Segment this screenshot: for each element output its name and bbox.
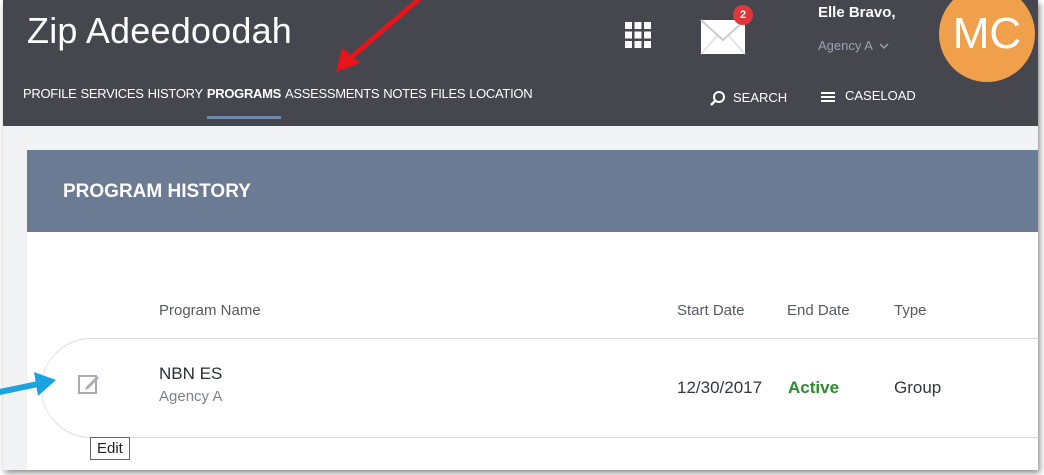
end-date-status: Active [788, 378, 840, 397]
nav-item-files[interactable]: FILES [431, 86, 466, 101]
avatar[interactable]: MC [939, 0, 1035, 82]
caseload-label: CASELOAD [845, 87, 916, 103]
app-window: Zip Adeedoodah PROFILE SERVICES HISTORY … [3, 0, 1038, 470]
program-name: NBN ES [159, 364, 223, 383]
nav-item-history[interactable]: HISTORY [148, 86, 204, 101]
card-header: PROGRAM HISTORY [27, 150, 1038, 232]
client-header: Zip Adeedoodah PROFILE SERVICES HISTORY … [3, 0, 1038, 126]
agency-select-label: Agency A [818, 38, 873, 53]
start-date: 12/30/2017 [677, 378, 763, 397]
caseload-button[interactable]: CASELOAD [821, 86, 916, 104]
nav-item-notes[interactable]: NOTES [383, 86, 427, 101]
column-header-end-date[interactable]: End Date [787, 302, 850, 319]
search-label: SEARCH [733, 89, 788, 105]
client-name: Zip Adeedoodah [27, 10, 293, 51]
nav-item-programs[interactable]: PROGRAMS [206, 86, 281, 119]
user-name: Elle Bravo, [818, 4, 896, 21]
column-header-program-name[interactable]: Program Name [159, 302, 261, 319]
chevron-down-icon [879, 42, 889, 49]
search-icon [710, 91, 725, 106]
nav-item-profile[interactable]: PROFILE [23, 86, 77, 101]
program-agency: Agency A [159, 388, 223, 405]
nav-item-location[interactable]: LOCATION [469, 86, 532, 101]
notification-badge: 2 [733, 5, 753, 25]
client-nav: PROFILE SERVICES HISTORY PROGRAMS ASSESS… [23, 86, 536, 119]
column-header-type[interactable]: Type [894, 302, 927, 319]
apps-grid-icon[interactable] [623, 20, 653, 50]
nav-item-services[interactable]: SERVICES [81, 86, 144, 101]
edit-icon[interactable] [77, 372, 101, 396]
agency-select[interactable]: Agency A [818, 38, 889, 53]
search-button[interactable]: SEARCH [709, 86, 787, 108]
menu-icon [821, 92, 835, 102]
program-type: Group [894, 378, 942, 397]
edit-tooltip: Edit [90, 437, 130, 460]
program-history-card: PROGRAM HISTORY Program Name Start Date … [27, 150, 1038, 470]
nav-item-assessments[interactable]: ASSESSMENTS [285, 86, 380, 101]
card-title: PROGRAM HISTORY [63, 181, 251, 202]
column-header-start-date[interactable]: Start Date [677, 302, 745, 319]
